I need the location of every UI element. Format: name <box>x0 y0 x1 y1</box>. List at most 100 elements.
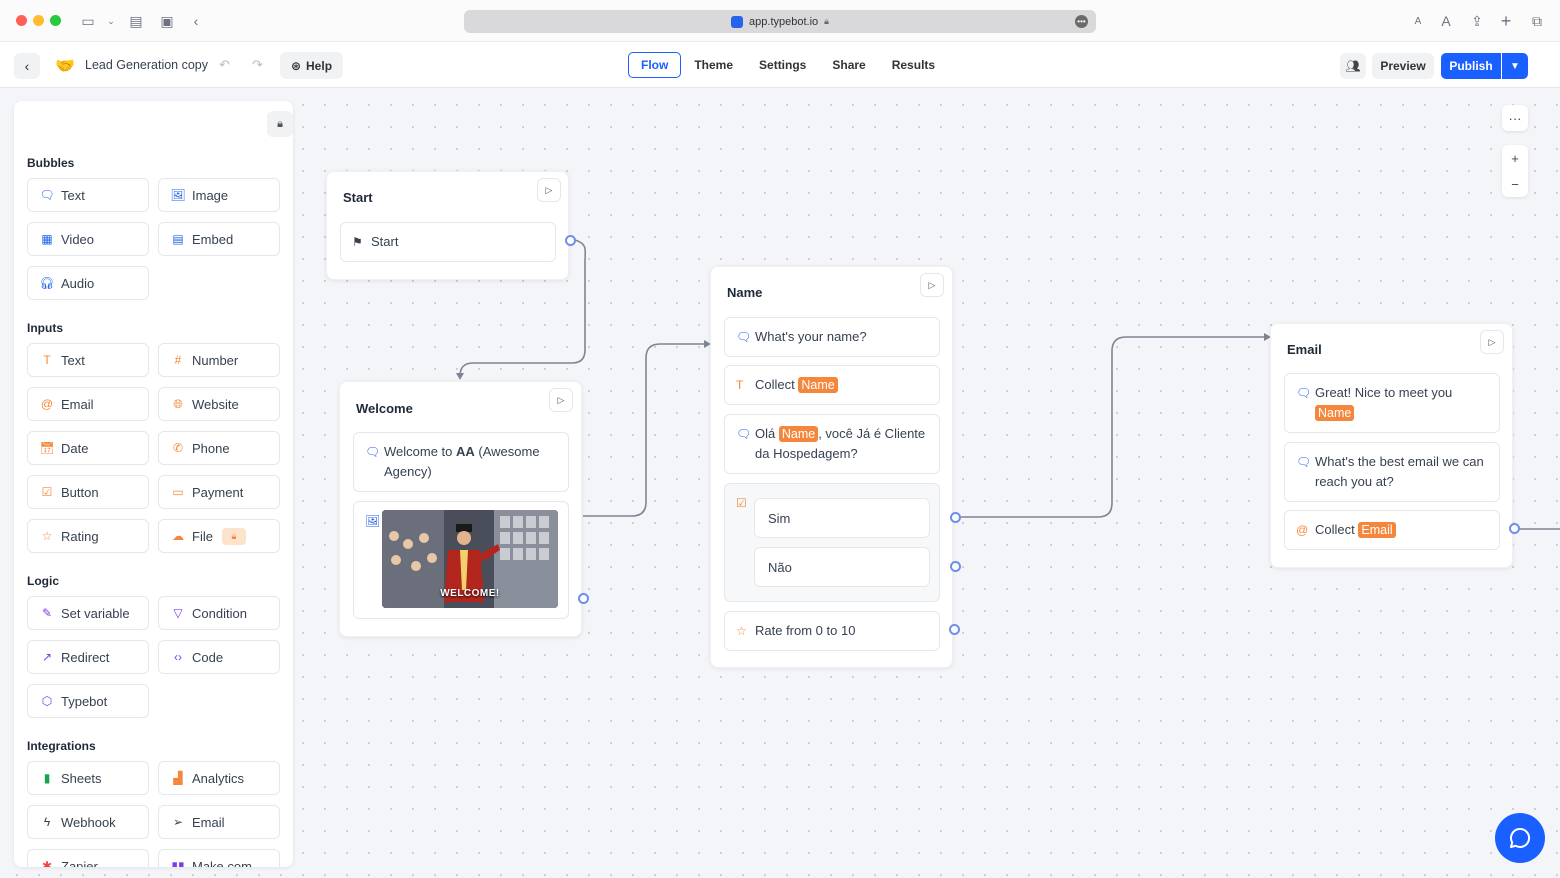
play-icon[interactable]: ▷ <box>549 388 573 412</box>
code-icon: ‹› <box>174 650 182 664</box>
calendar-icon: 📅︎ <box>39 441 55 455</box>
port-rating-out[interactable] <box>949 624 960 635</box>
step-name-greeting[interactable]: 🗨︎ Olá Name, você Já é Cliente da Hosped… <box>724 414 940 474</box>
step-email-greeting[interactable]: 🗨︎ Great! Nice to meet you Name <box>1284 373 1500 433</box>
block-integration-email[interactable]: ➢ Email <box>158 805 280 839</box>
step-email-question[interactable]: 🗨︎ What's the best email we can reach yo… <box>1284 442 1500 502</box>
step-text: Great! Nice to meet you Name <box>1315 383 1489 423</box>
choice-sim[interactable]: Sim <box>754 498 930 538</box>
block-label: Website <box>192 396 239 412</box>
star-icon: ☆ <box>736 624 747 638</box>
step-text: What's your name? <box>755 329 867 344</box>
block-input-date[interactable]: 📅︎ Date <box>27 431 149 465</box>
chat-bubble-icon: 🗨︎ <box>736 427 752 441</box>
hash-icon: # <box>174 353 182 367</box>
block-bubble-audio[interactable]: 🎧︎ Audio <box>27 266 149 300</box>
zoom-out-icon[interactable]: − <box>1511 177 1519 192</box>
chat-bubble-icon: 🗨︎ <box>365 445 381 459</box>
block-input-file[interactable]: ☁ File 🔒︎ <box>158 519 280 553</box>
block-label: Rating <box>61 528 99 544</box>
image-icon: 🖼︎ <box>170 188 186 202</box>
block-bubble-text[interactable]: 🗨︎ Text <box>27 178 149 212</box>
greet-text: Great! Nice to meet you <box>1315 385 1453 400</box>
block-integration-webhook[interactable]: ϟ Webhook <box>27 805 149 839</box>
step-start[interactable]: ⚑ Start <box>340 222 556 262</box>
block-input-email[interactable]: @ Email <box>27 387 149 421</box>
step-text: Olá Name, você Já é Cliente da Hospedage… <box>755 424 929 464</box>
block-label: Text <box>61 352 85 368</box>
block-integration-make[interactable]: ▮▮ Make.com <box>158 849 280 867</box>
block-label: File <box>192 528 213 544</box>
block-input-payment[interactable]: ▭ Payment <box>158 475 280 509</box>
chat-bubble-icon: 🗨︎ <box>1296 386 1312 400</box>
block-logic-set-variable[interactable]: ✎ Set variable <box>27 596 149 630</box>
play-icon[interactable]: ▷ <box>920 273 944 297</box>
block-integration-analytics[interactable]: ▟ Analytics <box>158 761 280 795</box>
lock-sidebar-button[interactable]: 🔒︎ <box>267 111 293 137</box>
lock-icon: 🔒︎ <box>277 117 283 130</box>
step-name-rating[interactable]: ☆ Rate from 0 to 10 <box>724 611 940 651</box>
section-title-bubbles: Bubbles <box>27 156 75 170</box>
step-welcome-text[interactable]: 🗨︎ Welcome to AA (Awesome Agency) <box>353 432 569 492</box>
section-title-integrations: Integrations <box>27 739 96 753</box>
credit-card-icon: ▭ <box>172 485 184 499</box>
block-input-phone[interactable]: ✆ Phone <box>158 431 280 465</box>
chat-bubble-icon: 🗨︎ <box>1296 455 1312 469</box>
group-email[interactable]: Email ▷ 🗨︎ Great! Nice to meet you Name … <box>1270 323 1513 568</box>
at-sign-icon: @ <box>1296 523 1309 537</box>
block-input-rating[interactable]: ☆ Rating <box>27 519 149 553</box>
block-input-button[interactable]: ☑ Button <box>27 475 149 509</box>
port-choice-nao-out[interactable] <box>950 561 961 572</box>
block-logic-code[interactable]: ‹› Code <box>158 640 280 674</box>
step-email-collect[interactable]: @ Collect Email <box>1284 510 1500 550</box>
block-label: Text <box>61 187 85 203</box>
group-start[interactable]: Start ▷ ⚑ Start <box>326 171 569 280</box>
block-input-website[interactable]: 🌐︎ Website <box>158 387 280 421</box>
pen-icon: ✎ <box>41 606 53 620</box>
block-logic-redirect[interactable]: ↗ Redirect <box>27 640 149 674</box>
step-name-collect[interactable]: T Collect Name <box>724 365 940 405</box>
play-icon[interactable]: ▷ <box>1480 330 1504 354</box>
choice-nao[interactable]: Não <box>754 547 930 587</box>
port-welcome-out[interactable] <box>578 593 589 604</box>
lock-icon: 🔒︎ <box>221 527 246 545</box>
block-bubble-video[interactable]: ▦ Video <box>27 222 149 256</box>
external-link-icon: ↗ <box>41 650 53 664</box>
support-chat-button[interactable] <box>1495 813 1545 863</box>
text-bold: AA <box>456 444 475 459</box>
block-bubble-embed[interactable]: ▤ Embed <box>158 222 280 256</box>
block-input-text[interactable]: T Text <box>27 343 149 377</box>
block-input-number[interactable]: # Number <box>158 343 280 377</box>
checkbox-icon: ☑ <box>41 485 53 499</box>
zoom-in-icon[interactable]: + <box>1511 151 1519 166</box>
port-start-out[interactable] <box>565 235 576 246</box>
chat-bubble-icon: 🗨︎ <box>736 330 752 344</box>
block-label: Redirect <box>61 649 110 665</box>
block-label: Make.com <box>192 858 252 868</box>
block-logic-typebot[interactable]: ⬡ Typebot <box>27 684 149 718</box>
step-text: Collect Email <box>1315 520 1489 540</box>
port-email-out[interactable] <box>1509 523 1520 534</box>
cube-icon: ⬡ <box>41 694 53 708</box>
block-label: Set variable <box>61 605 130 621</box>
block-integration-sheets[interactable]: ▮ Sheets <box>27 761 149 795</box>
block-logic-condition[interactable]: ▽ Condition <box>158 596 280 630</box>
step-name-question[interactable]: 🗨︎ What's your name? <box>724 317 940 357</box>
group-name[interactable]: Name ▷ 🗨︎ What's your name? T Collect Na… <box>710 266 953 668</box>
block-integration-zapier[interactable]: ✱ Zapier <box>27 849 149 867</box>
step-text: Collect Name <box>755 375 929 395</box>
block-bubble-image[interactable]: 🖼︎ Image <box>158 178 280 212</box>
checkbox-icon: ☑ <box>736 496 747 510</box>
layout-icon: ▤ <box>172 232 184 246</box>
greet-pre: Olá <box>755 426 776 441</box>
group-title: Welcome <box>356 401 413 416</box>
arrowhead-welcome <box>456 373 464 380</box>
port-choice-sim-out[interactable] <box>950 512 961 523</box>
block-label: Zapier <box>61 858 98 868</box>
canvas-menu-button[interactable]: ··· <box>1502 105 1528 131</box>
block-label: Code <box>192 649 224 665</box>
block-label: Email <box>61 396 94 412</box>
block-label: Email <box>192 814 225 830</box>
group-title: Start <box>343 190 373 205</box>
play-icon[interactable]: ▷ <box>537 178 561 202</box>
